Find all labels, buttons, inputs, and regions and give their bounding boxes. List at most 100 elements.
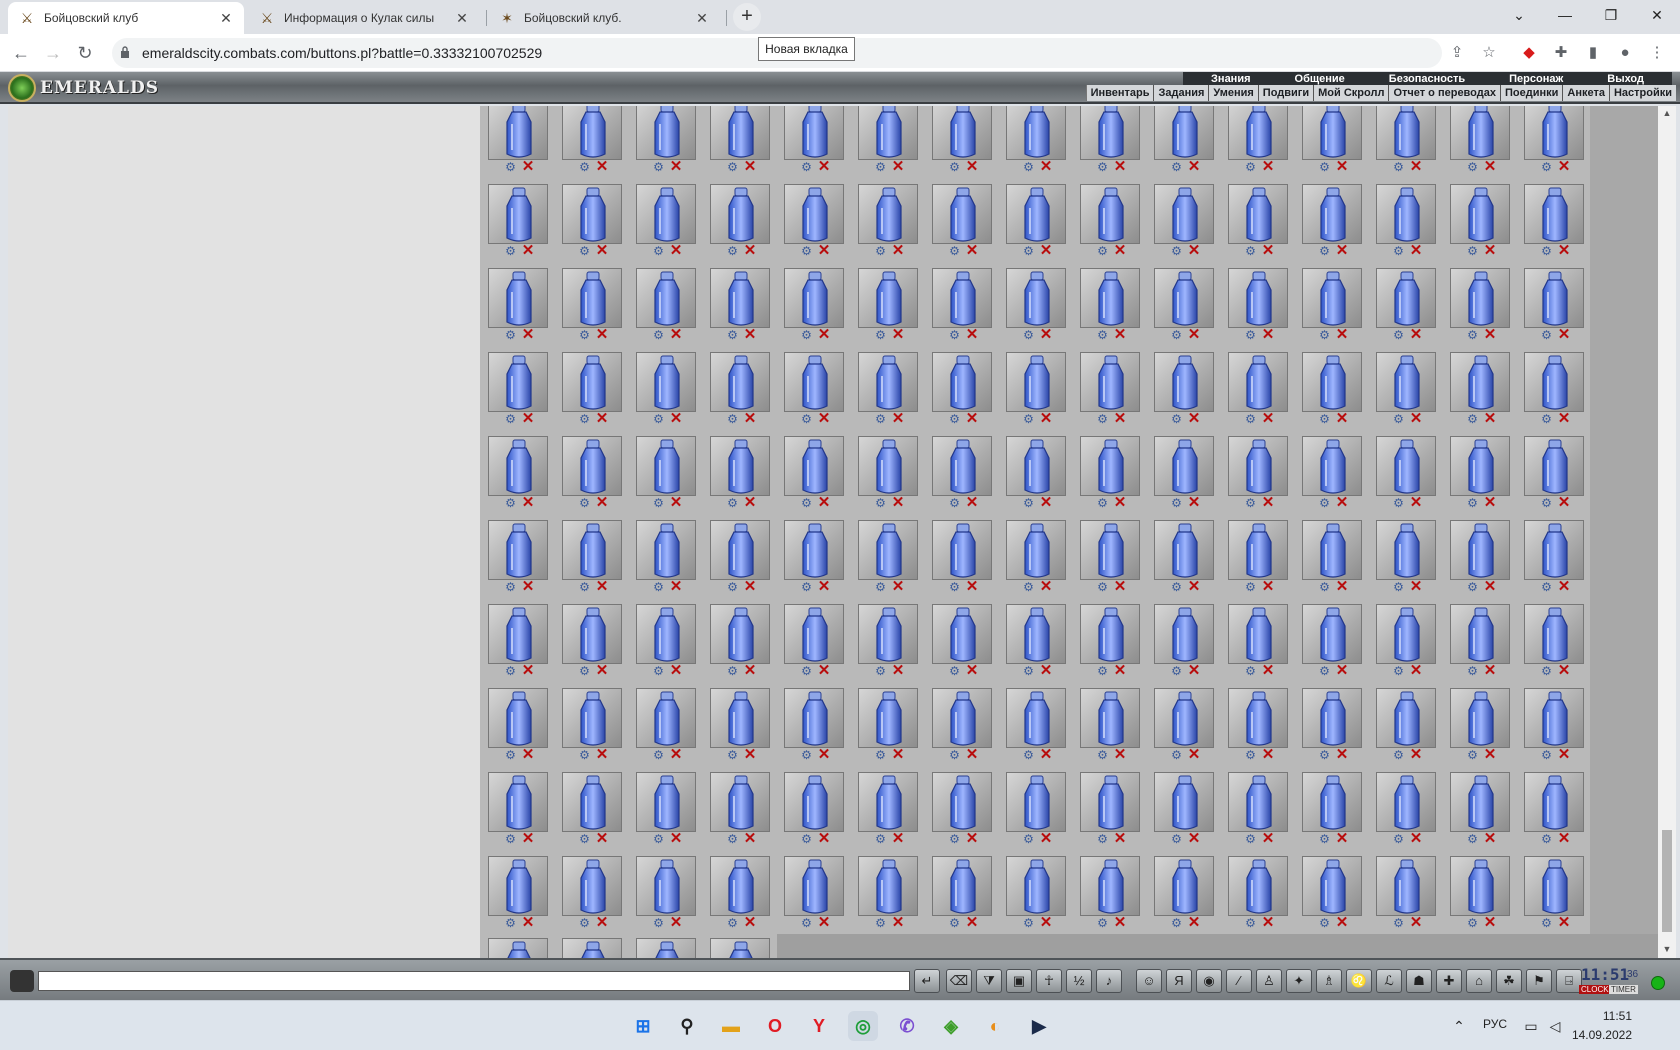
delete-icon[interactable]: ✕ — [965, 831, 979, 846]
scrollbar[interactable]: ▲ ▼ — [1658, 106, 1676, 958]
blue-potion-bottle-icon[interactable] — [488, 106, 548, 160]
delete-icon[interactable]: ✕ — [1335, 327, 1349, 342]
delete-icon[interactable]: ✕ — [1187, 747, 1201, 762]
delete-icon[interactable]: ✕ — [1261, 495, 1275, 510]
use-icon[interactable]: ⚙ — [1096, 917, 1109, 930]
delete-icon[interactable]: ✕ — [521, 579, 535, 594]
use-icon[interactable]: ⚙ — [1540, 749, 1553, 762]
use-icon[interactable]: ⚙ — [1392, 245, 1405, 258]
blue-potion-bottle-icon[interactable] — [858, 268, 918, 328]
blue-potion-bottle-icon[interactable] — [932, 268, 992, 328]
new-tab-button[interactable]: + — [733, 3, 761, 31]
close-icon[interactable]: ✕ — [454, 10, 470, 27]
use-icon[interactable]: ⚙ — [1318, 161, 1331, 174]
blue-potion-bottle-icon[interactable] — [562, 268, 622, 328]
blue-potion-bottle-icon[interactable] — [1228, 688, 1288, 748]
blue-potion-bottle-icon[interactable] — [932, 520, 992, 580]
inventory-item[interactable]: ⚙✕ — [710, 436, 770, 510]
use-icon[interactable]: ⚙ — [504, 497, 517, 510]
inventory-item[interactable]: ⚙✕ — [784, 772, 844, 846]
tray-chevron-icon[interactable]: ⌃ — [1448, 1015, 1470, 1037]
blue-potion-bottle-icon[interactable] — [1376, 268, 1436, 328]
blue-potion-bottle-icon[interactable] — [1154, 604, 1214, 664]
use-icon[interactable]: ⚙ — [1170, 581, 1183, 594]
delete-icon[interactable]: ✕ — [1483, 495, 1497, 510]
inventory-item[interactable]: ⚙✕ — [1450, 352, 1510, 426]
delete-icon[interactable]: ✕ — [521, 495, 535, 510]
use-icon[interactable]: ⚙ — [578, 917, 591, 930]
inventory-item[interactable]: ⚙✕ — [1006, 436, 1066, 510]
inventory-item[interactable]: ⚙✕ — [1080, 604, 1140, 678]
use-icon[interactable]: ⚙ — [652, 665, 665, 678]
blue-potion-bottle-icon[interactable] — [1080, 106, 1140, 160]
use-icon[interactable]: ⚙ — [1318, 581, 1331, 594]
blue-potion-bottle-icon[interactable] — [1524, 688, 1584, 748]
blue-potion-bottle-icon[interactable] — [636, 268, 696, 328]
delete-icon[interactable]: ✕ — [1113, 579, 1127, 594]
send-enter-icon[interactable]: ↵ — [914, 969, 940, 993]
use-icon[interactable]: ⚙ — [1318, 329, 1331, 342]
delete-icon[interactable]: ✕ — [1557, 411, 1571, 426]
red-extension-icon[interactable]: ◆ — [1518, 42, 1540, 64]
blue-potion-bottle-icon[interactable] — [1450, 856, 1510, 916]
use-icon[interactable]: ⚙ — [1170, 665, 1183, 678]
delete-icon[interactable]: ✕ — [965, 747, 979, 762]
use-icon[interactable]: ⚙ — [726, 329, 739, 342]
inventory-item[interactable]: ⚙✕ — [1006, 856, 1066, 930]
blue-potion-bottle-icon[interactable] — [784, 436, 844, 496]
delete-icon[interactable]: ✕ — [965, 327, 979, 342]
inventory-item[interactable]: ⚙✕ — [1450, 184, 1510, 258]
app-orange-icon[interactable]: ◐ — [980, 1011, 1010, 1041]
use-icon[interactable]: ⚙ — [948, 581, 961, 594]
delete-icon[interactable]: ✕ — [743, 915, 757, 930]
maximize-icon[interactable]: ❐ — [1588, 0, 1634, 32]
blue-potion-bottle-icon[interactable] — [1524, 772, 1584, 832]
blue-potion-bottle-icon[interactable] — [710, 856, 770, 916]
delete-icon[interactable]: ✕ — [817, 243, 831, 258]
delete-icon[interactable]: ✕ — [1113, 411, 1127, 426]
inventory-item[interactable]: ⚙✕ — [1006, 604, 1066, 678]
use-icon[interactable]: ⚙ — [1244, 581, 1257, 594]
inventory-item[interactable]: ⚙✕ — [1524, 436, 1584, 510]
profile-avatar-icon[interactable]: ● — [1614, 42, 1636, 64]
inventory-item[interactable]: ⚙✕ — [932, 604, 992, 678]
use-icon[interactable]: ⚙ — [726, 161, 739, 174]
inventory-item[interactable]: ⚙✕ — [562, 268, 622, 342]
inventory-item[interactable]: ⚙✕ — [1302, 688, 1362, 762]
back-icon[interactable]: ← — [8, 40, 34, 66]
use-icon[interactable]: ⚙ — [726, 497, 739, 510]
use-icon[interactable]: ⚙ — [874, 749, 887, 762]
delete-icon[interactable]: ✕ — [1261, 579, 1275, 594]
inventory-item[interactable]: ⚙✕ — [636, 436, 696, 510]
delete-icon[interactable]: ✕ — [1261, 915, 1275, 930]
clock-label[interactable]: CLOCK — [1579, 985, 1611, 994]
inventory-item[interactable]: ⚙✕ — [1154, 106, 1214, 174]
inventory-item[interactable]: ⚙✕ — [636, 772, 696, 846]
delete-icon[interactable]: ✕ — [1409, 327, 1423, 342]
delete-icon[interactable]: ✕ — [817, 831, 831, 846]
eraser-icon[interactable]: ⌫ — [946, 969, 972, 993]
inventory-item[interactable]: ⚙✕ — [562, 772, 622, 846]
inventory-item[interactable]: ⚙✕ — [1376, 856, 1436, 930]
use-icon[interactable]: ⚙ — [874, 833, 887, 846]
inventory-item[interactable]: ⚙✕ — [784, 352, 844, 426]
inventory-item[interactable]: ⚙✕ — [1154, 268, 1214, 342]
delete-icon[interactable]: ✕ — [965, 411, 979, 426]
delete-icon[interactable]: ✕ — [817, 747, 831, 762]
use-icon[interactable]: ⚙ — [800, 581, 813, 594]
inventory-item[interactable]: ⚙✕ — [1228, 436, 1288, 510]
delete-icon[interactable]: ✕ — [1409, 831, 1423, 846]
delete-icon[interactable]: ✕ — [521, 831, 535, 846]
inventory-item[interactable]: ⚙✕ — [858, 520, 918, 594]
use-icon[interactable]: ⚙ — [1466, 833, 1479, 846]
use-icon[interactable]: ⚙ — [578, 833, 591, 846]
extensions-puzzle-icon[interactable]: ✚ — [1550, 42, 1572, 64]
use-icon[interactable]: ⚙ — [948, 161, 961, 174]
delete-icon[interactable]: ✕ — [669, 411, 683, 426]
inventory-item[interactable]: ⚙✕ — [1154, 688, 1214, 762]
blue-potion-bottle-icon[interactable] — [1450, 268, 1510, 328]
submenu-battles[interactable]: Поединки — [1501, 85, 1564, 101]
inventory-item[interactable]: ⚙✕ — [1524, 688, 1584, 762]
use-icon[interactable]: ⚙ — [874, 917, 887, 930]
blue-potion-bottle-icon[interactable] — [1154, 772, 1214, 832]
